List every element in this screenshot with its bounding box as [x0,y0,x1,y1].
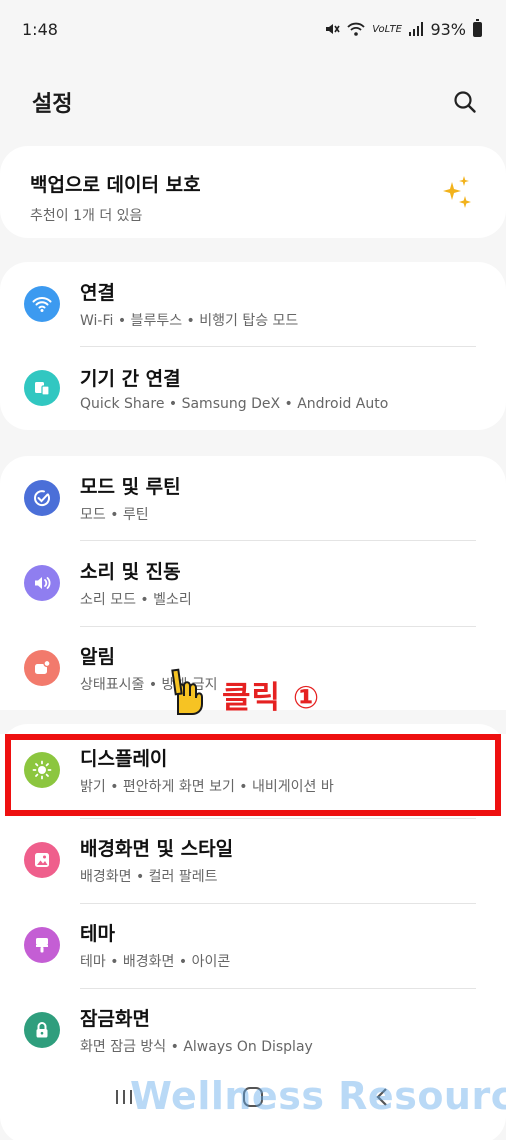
sun-icon [24,752,60,788]
mute-icon [326,24,340,34]
wifi-icon [24,286,60,322]
backup-title: 백업으로 데이터 보호 [30,174,201,196]
connections-group: 연결 Wi-Fi • 블루투스 • 비행기 탑승 모드 기기 간 연결 Quic… [0,262,506,430]
status-icons: VoLTE 93% [324,18,482,39]
status-bar: 1:48 VoLTE 93% [0,0,506,58]
item-title: 배경화면 및 스타일 [80,838,234,860]
backup-suggestion-card[interactable]: 백업으로 데이터 보호 추천이 1개 더 있음 [0,146,506,238]
item-title: 테마 [80,923,115,945]
settings-item-modes-routines[interactable]: 모드 및 루틴 모드 • 루틴 [0,456,506,540]
settings-item-lock-screen[interactable]: 잠금화면 화면 잠금 방식 • Always On Display [0,988,506,1072]
item-title: 소리 및 진동 [80,561,181,583]
page-title: 설정 [32,92,73,117]
backup-subtitle: 추천이 1개 더 있음 [30,208,143,224]
item-title: 잠금화면 [80,1008,150,1030]
item-subtitle: 배경화면 • 컬러 팔레트 [80,869,218,885]
item-subtitle: 화면 잠금 방식 • Always On Display [80,1039,313,1055]
item-title: 모드 및 루틴 [80,476,181,498]
item-title: 기기 간 연결 [80,368,181,390]
notification-icon [24,650,60,686]
settings-item-connections[interactable]: 연결 Wi-Fi • 블루투스 • 비행기 탑승 모드 [0,262,506,346]
brush-icon [24,927,60,963]
settings-item-themes[interactable]: 테마 테마 • 배경화면 • 아이콘 [0,903,506,987]
settings-item-display[interactable]: 디스플레이 밝기 • 편안하게 화면 보기 • 내비게이션 바 [0,728,506,812]
signal-icon [408,22,424,36]
image-icon [24,842,60,878]
devices-icon [24,370,60,406]
check-circle-icon [24,480,60,516]
pointing-hand-icon [171,668,203,715]
settings-item-wallpaper-style[interactable]: 배경화면 및 스타일 배경화면 • 컬러 팔레트 [0,818,506,902]
item-subtitle: 밝기 • 편안하게 화면 보기 • 내비게이션 바 [80,779,334,795]
click-annotation: 클릭 ① [222,680,321,716]
search-icon[interactable] [452,89,478,115]
speaker-icon [24,565,60,601]
watermark: Wellness Resources [130,1074,506,1118]
item-subtitle: 테마 • 배경화면 • 아이콘 [80,954,231,970]
settings-item-sound[interactable]: 소리 및 진동 소리 모드 • 벨소리 [0,541,506,625]
item-subtitle: 소리 모드 • 벨소리 [80,592,192,608]
settings-item-connected-devices[interactable]: 기기 간 연결 Quick Share • Samsung DeX • Andr… [0,346,506,430]
status-time: 1:48 [22,19,58,39]
battery-icon [473,18,482,37]
item-title: 디스플레이 [80,748,168,770]
item-title: 연결 [80,282,115,304]
sparkle-icon [443,176,471,208]
network-type: VoLTE [372,23,402,35]
item-subtitle: Quick Share • Samsung DeX • Android Auto [80,396,389,412]
wifi-status-icon [347,22,365,36]
settings-header: 설정 [0,72,506,132]
battery-percent: 93% [430,19,466,39]
item-subtitle: Wi-Fi • 블루투스 • 비행기 탑승 모드 [80,313,299,329]
item-title: 알림 [80,646,115,668]
lock-icon [24,1012,60,1048]
item-subtitle: 모드 • 루틴 [80,507,149,523]
